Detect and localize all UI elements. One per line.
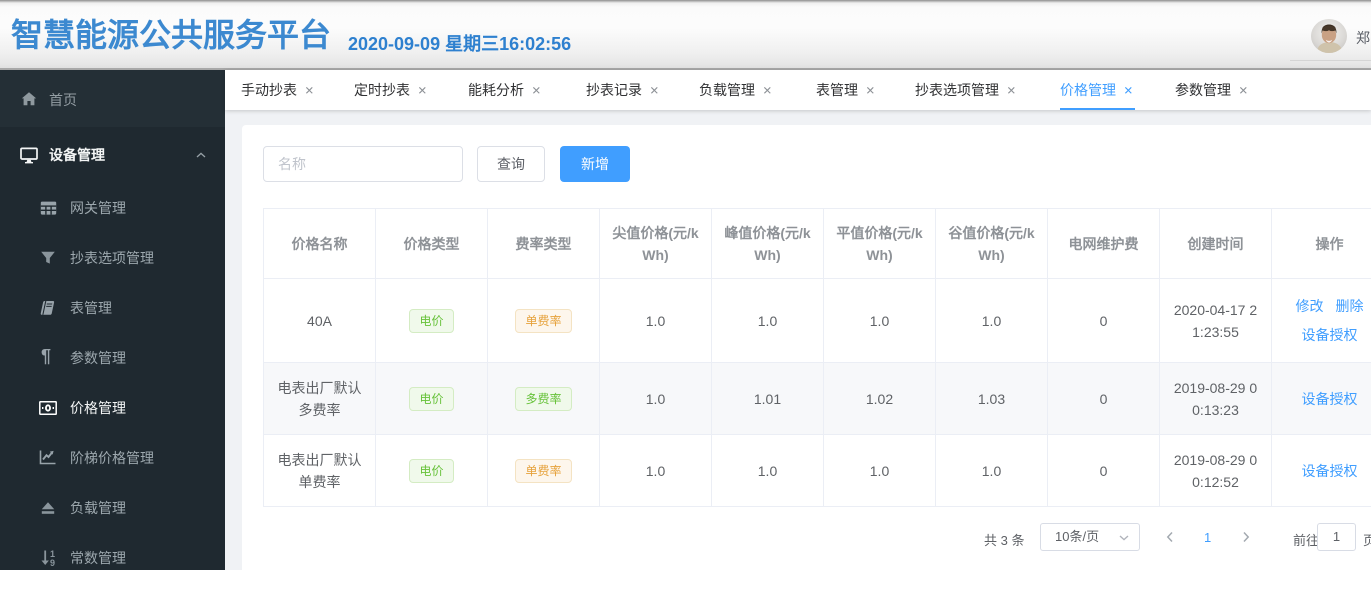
svg-text:9: 9 <box>50 558 55 566</box>
